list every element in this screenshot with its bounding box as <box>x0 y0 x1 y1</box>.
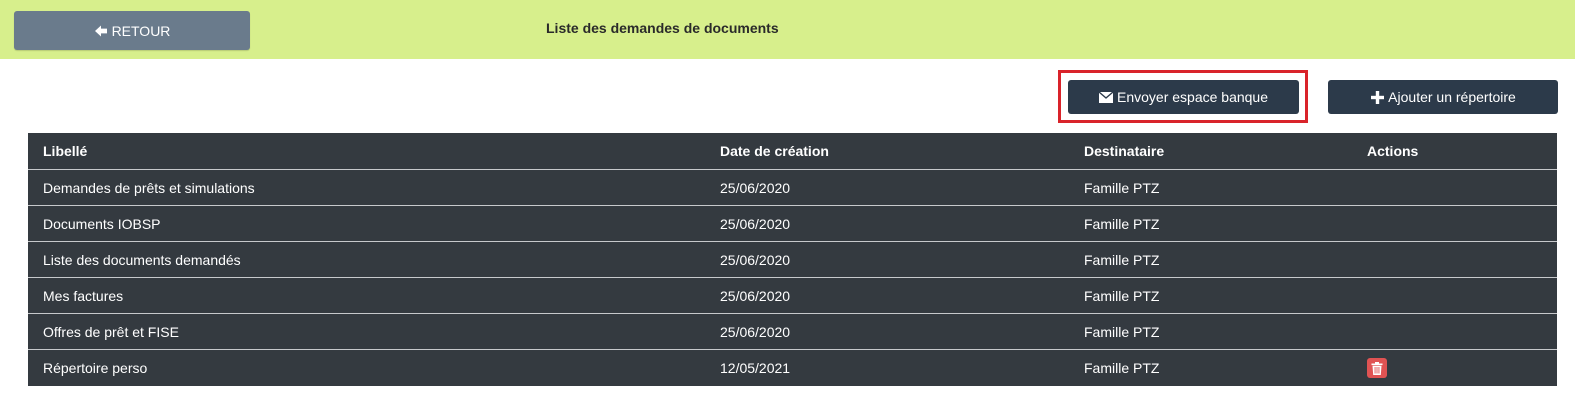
arrow-left-icon <box>94 24 108 38</box>
back-button-label: RETOUR <box>111 22 171 39</box>
row-label[interactable]: Répertoire perso <box>43 350 147 386</box>
row-label[interactable]: Liste des documents demandés <box>43 242 241 277</box>
table-row[interactable]: Mes factures 25/06/2020 Famille PTZ <box>28 278 1557 314</box>
header-date: Date de création <box>720 143 829 159</box>
send-bank-space-label: Envoyer espace banque <box>1117 89 1268 105</box>
header-label: Libellé <box>43 143 88 159</box>
table-row[interactable]: Répertoire perso 12/05/2021 Famille PTZ <box>28 350 1557 386</box>
row-date: 25/06/2020 <box>720 323 791 340</box>
delete-button[interactable] <box>1367 358 1387 378</box>
row-date: 25/06/2020 <box>720 287 791 304</box>
row-recipient: Famille PTZ <box>1084 215 1160 232</box>
row-recipient: Famille PTZ <box>1084 360 1160 376</box>
top-bar: RETOUR Liste des demandes de documents <box>0 0 1575 59</box>
header-recipient: Destinataire <box>1084 143 1165 159</box>
row-recipient: Famille PTZ <box>1084 323 1160 340</box>
row-recipient: Famille PTZ <box>1084 287 1160 304</box>
add-directory-label: Ajouter un répertoire <box>1388 89 1516 105</box>
row-date: 12/05/2021 <box>720 360 791 376</box>
row-recipient: Famille PTZ <box>1084 179 1160 196</box>
row-date: 25/06/2020 <box>720 251 791 268</box>
row-label[interactable]: Offres de prêt et FISE <box>43 314 179 349</box>
row-label[interactable]: Mes factures <box>43 278 123 313</box>
add-directory-button[interactable]: Ajouter un répertoire <box>1328 80 1558 114</box>
row-actions <box>1367 350 1387 386</box>
send-bank-space-button[interactable]: Envoyer espace banque <box>1068 80 1299 114</box>
back-button[interactable]: RETOUR <box>14 11 250 50</box>
trash-icon <box>1371 361 1383 375</box>
table-row[interactable]: Offres de prêt et FISE 25/06/2020 Famill… <box>28 314 1557 350</box>
row-recipient: Famille PTZ <box>1084 251 1160 268</box>
row-label[interactable]: Demandes de prêts et simulations <box>43 170 255 205</box>
plus-icon <box>1370 90 1384 104</box>
row-date: 25/06/2020 <box>720 179 791 196</box>
table-header: Libellé Date de création Destinataire Ac… <box>28 133 1557 170</box>
row-date: 25/06/2020 <box>720 215 791 232</box>
table-row[interactable]: Documents IOBSP 25/06/2020 Famille PTZ <box>28 206 1557 242</box>
envelope-icon <box>1099 90 1113 104</box>
documents-table: Libellé Date de création Destinataire Ac… <box>28 133 1557 386</box>
page-title: Liste des demandes de documents <box>546 20 779 36</box>
table-row[interactable]: Liste des documents demandés 25/06/2020 … <box>28 242 1557 278</box>
table-row[interactable]: Demandes de prêts et simulations 25/06/2… <box>28 170 1557 206</box>
row-label[interactable]: Documents IOBSP <box>43 206 161 241</box>
header-actions: Actions <box>1367 143 1419 159</box>
